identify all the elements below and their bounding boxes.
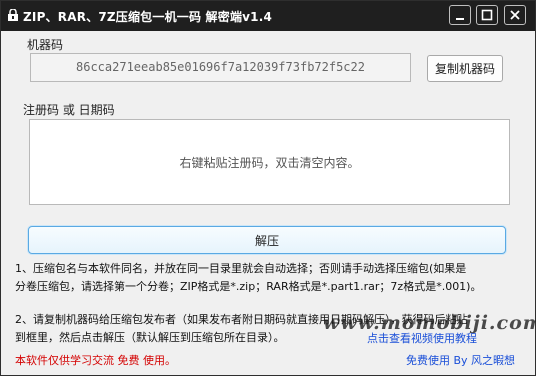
decompress-button[interactable]: 解压 xyxy=(28,226,506,254)
register-code-placeholder: 右键粘贴注册码，双击清空内容。 xyxy=(179,155,360,170)
info-text-1: 1、压缩包名与本软件同名，并放在同一目录里就会自动选择；否则请手动选择压缩包(如… xyxy=(15,260,481,296)
window-title: ZIP、RAR、7Z压缩包一机一码 解密端v1.4 xyxy=(23,10,273,24)
register-code-input[interactable]: 右键粘贴注册码，双击清空内容。 xyxy=(29,119,510,205)
register-code-label: 注册码 或 日期码 xyxy=(23,103,115,117)
info-line-1: 1、压缩包名与本软件同名，并放在同一目录里就会自动选择；否则请手动选择压缩包(如… xyxy=(15,262,467,275)
maximize-button[interactable] xyxy=(476,5,498,25)
machine-code-label: 机器码 xyxy=(27,38,64,52)
minimize-icon xyxy=(456,18,464,20)
video-tutorial-link[interactable]: 点击查看视频使用教程 xyxy=(367,330,477,346)
machine-code-field[interactable]: 86cca271eeab85e01696f7a12039f73fb72f5c22 xyxy=(30,53,411,82)
app-window: ZIP、RAR、7Z压缩包一机一码 解密端v1.4 机器码 86cca271ee… xyxy=(0,0,536,376)
copy-machine-code-button[interactable]: 复制机器码 xyxy=(427,55,503,82)
lock-icon xyxy=(8,9,18,21)
info-line-2: 分卷压缩包，请选择第一个分卷；ZIP格式是*.zip；RAR格式是*.part1… xyxy=(15,280,482,293)
free-notice: 本软件仅供学习交流 免费 使用。 xyxy=(15,354,176,367)
close-icon xyxy=(510,10,520,20)
close-button[interactable] xyxy=(504,5,526,25)
title-bar[interactable]: ZIP、RAR、7Z压缩包一机一码 解密端v1.4 xyxy=(1,1,535,31)
author-credit: 免费使用 By 风之暇想 xyxy=(406,354,516,367)
maximize-icon xyxy=(481,9,493,21)
minimize-button[interactable] xyxy=(449,5,471,25)
